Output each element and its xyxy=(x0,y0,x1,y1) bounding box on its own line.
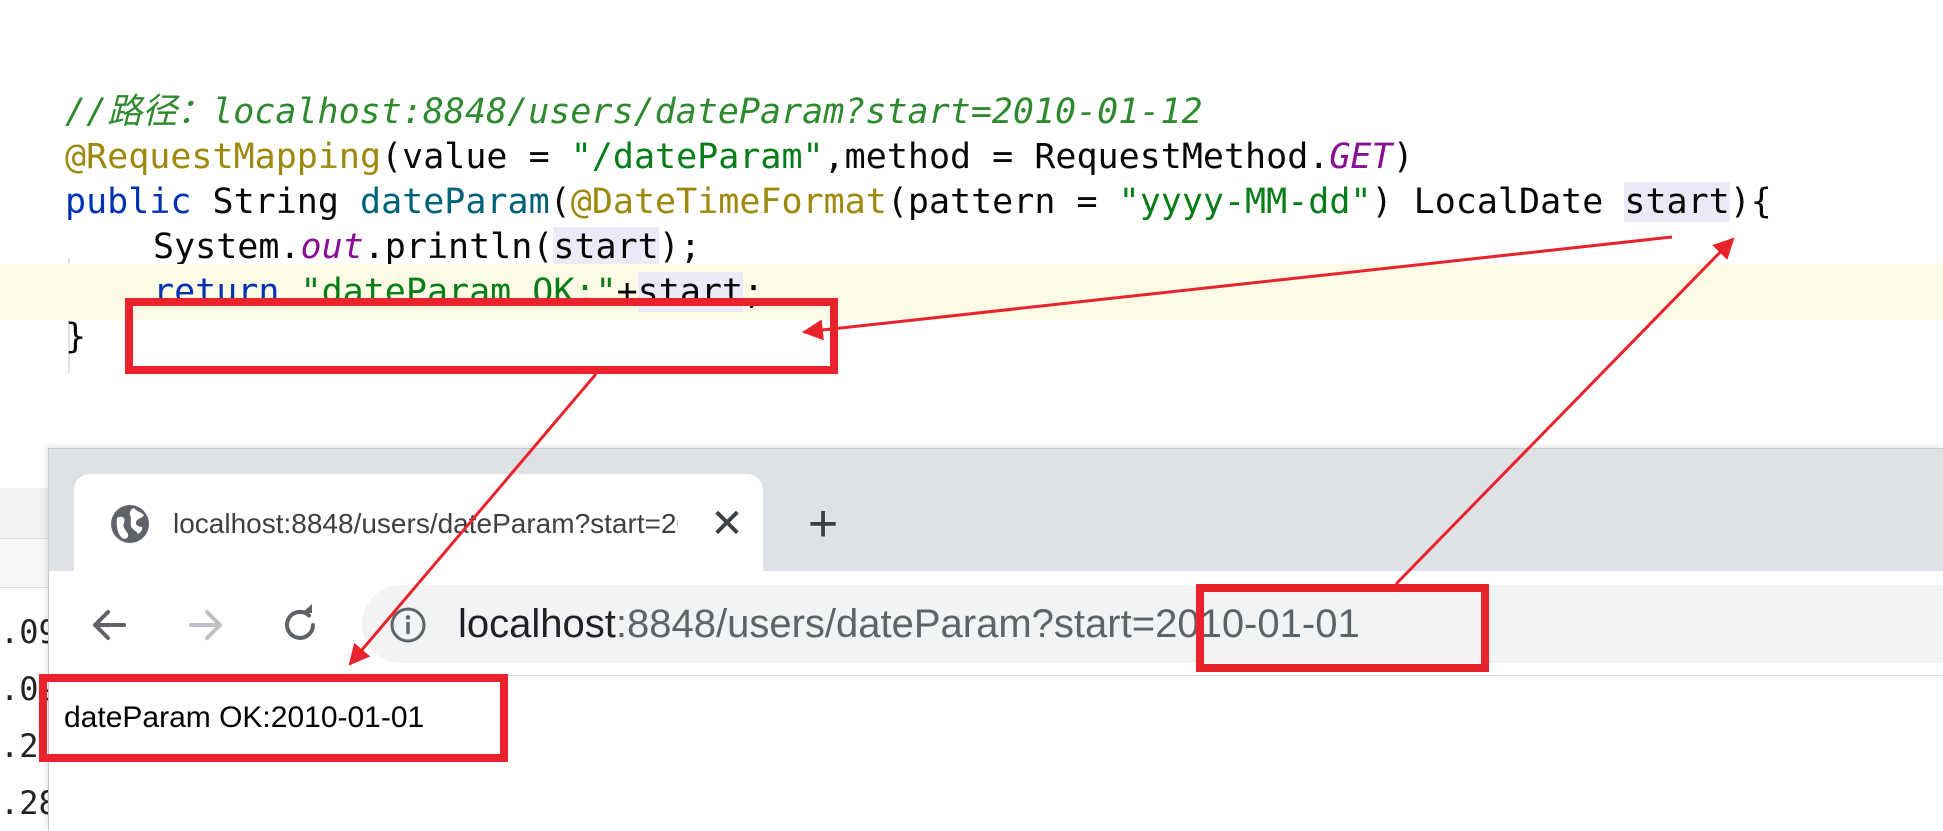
println-end: ); xyxy=(658,227,701,267)
http-method-constant: GET xyxy=(1329,137,1393,177)
code-editor: //路径：localhost:8848/users/dateParam?star… xyxy=(0,0,1943,450)
tab-strip: localhost:8848/users/dateParam?start=201… xyxy=(49,449,1943,571)
mapping-close: ) xyxy=(1392,137,1414,177)
param-start[interactable]: start xyxy=(1624,182,1730,222)
public-keyword: public xyxy=(65,182,192,222)
address-bar[interactable]: localhost:8848/users/dateParam?start=201… xyxy=(362,585,1943,663)
tab-title: localhost:8848/users/dateParam?start=201… xyxy=(173,508,678,539)
datetimeformat-annotation: @DateTimeFormat xyxy=(570,182,887,222)
reload-button[interactable] xyxy=(276,601,324,649)
browser-toolbar: localhost:8848/users/dateParam?start=201… xyxy=(49,571,1943,676)
mapping-method-pre: ,method = RequestMethod. xyxy=(823,137,1330,177)
info-icon[interactable] xyxy=(388,605,428,645)
panel-subheader xyxy=(0,539,50,588)
url-host: localhost xyxy=(458,602,616,646)
highlight-box-url-date xyxy=(1196,584,1489,672)
closing-brace: } xyxy=(65,317,87,357)
number-fragment: .2 xyxy=(0,727,39,765)
highlight-box-return-line xyxy=(125,298,838,374)
method-name: dateParam xyxy=(360,182,550,222)
globe-icon xyxy=(111,505,149,543)
reload-icon xyxy=(285,604,315,640)
mapping-path-string: "/dateParam" xyxy=(570,137,824,177)
out-field: out xyxy=(300,227,364,267)
highlight-box-response xyxy=(39,674,508,762)
back-button[interactable] xyxy=(86,601,134,649)
browser-tab[interactable]: localhost:8848/users/dateParam?start=201… xyxy=(74,474,763,571)
new-tab-button[interactable]: + xyxy=(795,496,851,552)
close-tab-icon[interactable]: ✕ xyxy=(706,503,748,545)
signature-close: ){ xyxy=(1729,182,1772,222)
request-mapping-annotation: @RequestMapping xyxy=(65,137,382,177)
println-call: .println( xyxy=(363,227,554,267)
panel-header xyxy=(0,488,50,539)
browser-window: localhost:8848/users/dateParam?start=201… xyxy=(48,448,1943,831)
println-arg-start[interactable]: start xyxy=(553,227,659,267)
system-class: System. xyxy=(153,227,301,267)
mapping-value-pre: (value = xyxy=(381,137,571,177)
forward-arrow-icon xyxy=(189,610,222,640)
param-type: ) LocalDate xyxy=(1371,182,1625,222)
background-panel: .09 .09 .2 .28 xyxy=(0,488,58,830)
back-arrow-icon xyxy=(93,610,126,640)
return-type: String xyxy=(191,182,361,222)
forward-button[interactable] xyxy=(181,601,229,649)
pattern-string: "yyyy-MM-dd" xyxy=(1118,182,1372,222)
pattern-pre: (pattern = xyxy=(886,182,1119,222)
paren-open: ( xyxy=(549,182,571,222)
